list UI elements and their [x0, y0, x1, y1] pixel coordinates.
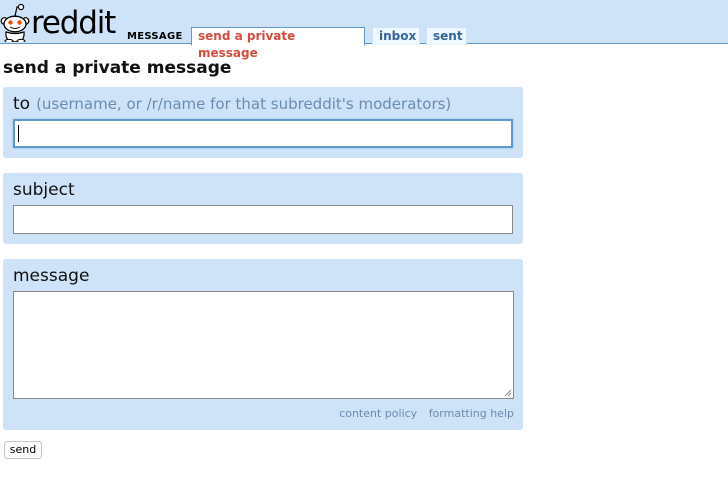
subject-input[interactable]	[13, 205, 513, 234]
to-panel: to (username, or /r/name for that subredd…	[3, 87, 523, 158]
to-label-text: to	[13, 94, 31, 114]
resize-grip-icon[interactable]	[504, 389, 512, 397]
reddit-alien-icon	[0, 3, 30, 42]
subject-panel: subject	[3, 173, 523, 244]
header-bar: reddit MESSAGE send a private message in…	[0, 0, 728, 60]
send-button[interactable]: send	[4, 441, 42, 459]
reddit-logo[interactable]: reddit	[0, 2, 118, 42]
message-panel: message content policy formatting help	[3, 259, 523, 430]
content-policy-link[interactable]: content policy	[339, 407, 417, 420]
message-label: message	[13, 266, 90, 286]
tab-send-private-message[interactable]: send a private message	[191, 27, 365, 60]
tab-inbox[interactable]: inbox	[372, 27, 420, 45]
subject-label: subject	[13, 180, 75, 200]
message-help-links: content policy formatting help	[331, 407, 514, 421]
to-input[interactable]	[13, 119, 513, 148]
formatting-help-link[interactable]: formatting help	[429, 407, 514, 420]
message-textarea[interactable]	[13, 291, 514, 399]
tab-sent[interactable]: sent	[426, 27, 467, 45]
section-title: MESSAGE	[127, 31, 183, 42]
to-label: to (username, or /r/name for that subredd…	[13, 94, 451, 114]
text-caret	[18, 125, 19, 142]
to-hint: (username, or /r/name for that subreddit…	[36, 95, 452, 113]
logo-wordmark: reddit	[31, 5, 116, 41]
